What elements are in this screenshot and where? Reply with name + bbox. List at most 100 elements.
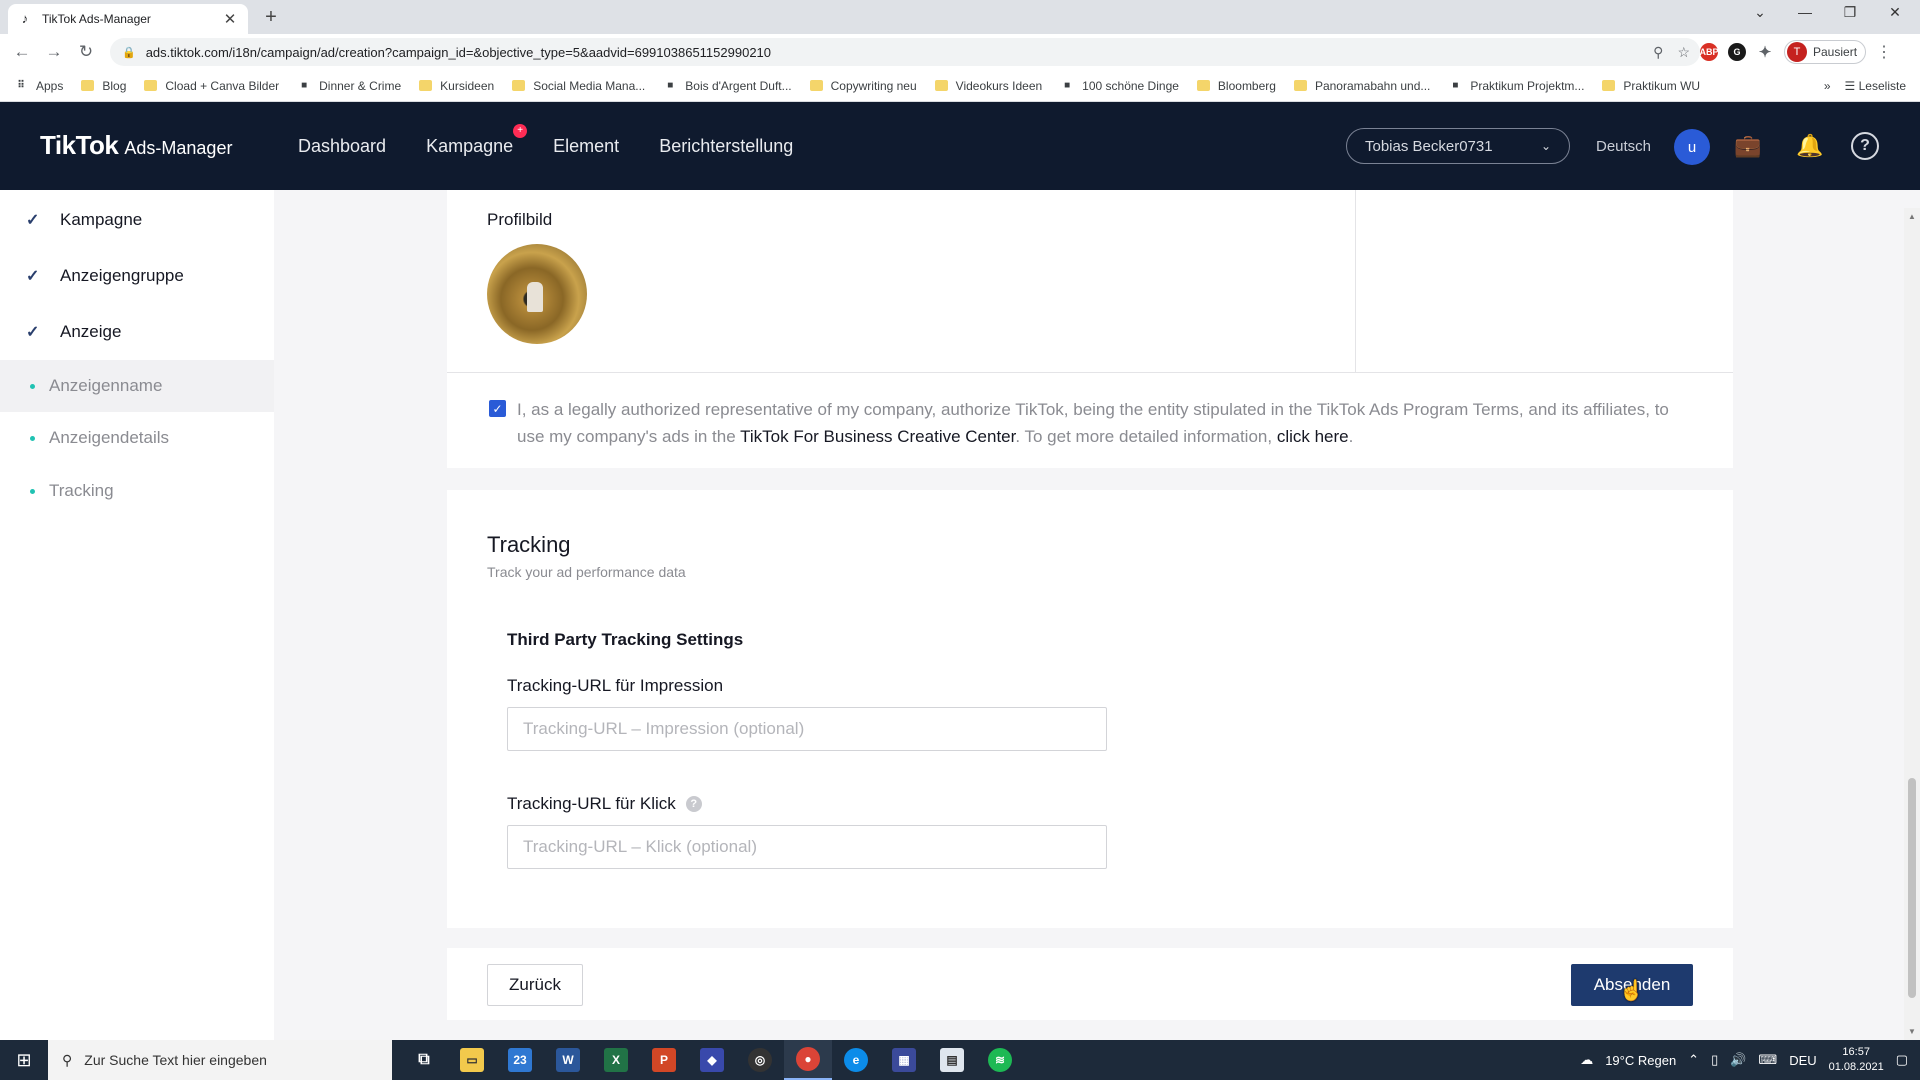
site-icon: ■	[301, 80, 308, 91]
substep-label: Anzeigendetails	[49, 428, 170, 447]
bookmark-item[interactable]: Copywriting neu	[809, 79, 917, 93]
weather-icon[interactable]: ☁	[1580, 1052, 1593, 1068]
restore-icon[interactable]: ❐	[1830, 4, 1870, 21]
obs-icon[interactable]: ◎	[736, 1040, 784, 1080]
tab-search-icon[interactable]: ⌄	[1740, 4, 1780, 21]
windows-start-icon[interactable]: ⊞	[0, 1040, 48, 1080]
weather-text[interactable]: 19°C Regen	[1605, 1053, 1676, 1068]
step-anzeige[interactable]: ✓ Anzeige	[26, 322, 121, 342]
clock[interactable]: 16:57 01.08.2021	[1829, 1045, 1884, 1075]
account-select[interactable]: Tobias Becker0731 ⌄	[1346, 128, 1570, 164]
substep-anzeigenname[interactable]: Anzeigenname	[0, 360, 274, 412]
bookmark-label: Dinner & Crime	[319, 78, 402, 93]
briefcase-icon[interactable]: 💼	[1732, 130, 1764, 162]
bookmark-item[interactable]: Cload + Canva Bilder	[144, 79, 279, 93]
grammarly-icon[interactable]: G	[1728, 43, 1746, 61]
consent-text-part: . To get more detailed information,	[1015, 427, 1277, 446]
zoom-icon[interactable]: ⚲	[1653, 44, 1663, 61]
tiktok-ads-logo[interactable]: TikTok Ads-Manager	[40, 130, 232, 161]
forward-icon[interactable]: →	[38, 42, 70, 62]
bookmark-item[interactable]: ⠿ Apps	[14, 79, 63, 93]
app-icon[interactable]: ◆	[688, 1040, 736, 1080]
adblock-icon[interactable]: ABP	[1700, 43, 1719, 61]
chrome-icon[interactable]: ●	[784, 1040, 832, 1080]
page-scrollbar[interactable]: ▲ ▼	[1904, 208, 1920, 1040]
click-here-link[interactable]: click here	[1277, 427, 1349, 446]
extensions-puzzle-icon[interactable]: ✦	[1756, 43, 1774, 61]
help-tooltip-icon[interactable]: ?	[685, 796, 702, 812]
step-anzeigengruppe[interactable]: ✓ Anzeigengruppe	[26, 266, 184, 286]
bell-icon[interactable]: 🔔	[1794, 130, 1826, 162]
tray-expand-icon[interactable]: ⌃	[1688, 1052, 1699, 1068]
network-icon[interactable]: ▯	[1711, 1052, 1718, 1068]
impression-url-label: Tracking-URL für Impression	[507, 676, 723, 696]
nav-dashboard[interactable]: Dashboard	[298, 136, 386, 157]
nav-kampagne[interactable]: Kampagne +	[426, 123, 528, 157]
minimize-icon[interactable]: —	[1785, 4, 1825, 20]
bookmark-item[interactable]: Bloomberg	[1196, 79, 1276, 93]
new-tab-icon[interactable]: +	[260, 6, 282, 29]
nav-berichterstellung[interactable]: Berichterstellung	[659, 136, 793, 157]
bookmark-star-icon[interactable]: ☆	[1677, 44, 1690, 61]
click-url-input[interactable]	[507, 825, 1107, 869]
scrollbar-thumb[interactable]	[1908, 778, 1916, 998]
impression-url-input[interactable]	[507, 707, 1107, 751]
bookmark-item[interactable]: Kursideen	[419, 79, 494, 93]
profile-button[interactable]: T Pausiert	[1784, 40, 1867, 64]
click-url-label-text: Tracking-URL für Klick	[507, 794, 676, 813]
step-kampagne[interactable]: ✓ Kampagne	[26, 210, 142, 230]
bookmark-item[interactable]: ■ Praktikum Projektm...	[1448, 79, 1584, 93]
close-window-icon[interactable]: ✕	[1875, 4, 1915, 21]
browser-menu-icon[interactable]: ⋮	[1876, 42, 1892, 62]
bookmark-item[interactable]: Social Media Mana...	[512, 79, 645, 93]
substep-label: Tracking	[49, 481, 114, 500]
taskbar-search-placeholder: Zur Suche Text hier eingeben	[84, 1052, 267, 1068]
creative-center-link[interactable]: TikTok For Business Creative Center	[740, 427, 1015, 446]
identity-card: Profilbild ✓ I, as a legally authorized …	[447, 190, 1733, 468]
consent-checkbox[interactable]: ✓	[489, 400, 506, 417]
close-tab-icon[interactable]: ✕	[222, 10, 238, 28]
scroll-down-icon[interactable]: ▼	[1904, 1027, 1920, 1036]
language-switch[interactable]: Deutsch	[1596, 138, 1651, 155]
address-bar[interactable]: 🔒 ads.tiktok.com/i18n/campaign/ad/creati…	[110, 38, 1700, 66]
step-label: Anzeigengruppe	[60, 266, 184, 285]
help-icon[interactable]: ?	[1851, 132, 1879, 160]
keyboard-icon[interactable]: ⌨	[1758, 1052, 1777, 1068]
more-bookmarks-icon[interactable]: »	[1824, 79, 1831, 93]
powerpoint-icon[interactable]: P	[640, 1040, 688, 1080]
taskbar-search[interactable]: ⚲ Zur Suche Text hier eingeben	[48, 1040, 392, 1080]
account-name: Tobias Becker0731	[1365, 137, 1493, 155]
word-icon[interactable]: W	[544, 1040, 592, 1080]
substep-tracking[interactable]: Tracking	[0, 465, 274, 517]
edge-icon[interactable]: e	[832, 1040, 880, 1080]
bookmark-item[interactable]: Blog	[81, 79, 126, 93]
volume-icon[interactable]: 🔊	[1730, 1052, 1746, 1068]
input-language[interactable]: DEU	[1789, 1053, 1816, 1068]
back-button[interactable]: Zurück	[487, 964, 583, 1006]
bookmark-item[interactable]: ■ 100 schöne Dinge	[1060, 79, 1179, 93]
bookmark-item[interactable]: ■ Bois d'Argent Duft...	[663, 79, 791, 93]
app-icon[interactable]: ▦	[880, 1040, 928, 1080]
nav-element[interactable]: Element	[553, 136, 619, 157]
app-icon[interactable]: ▤	[928, 1040, 976, 1080]
back-icon[interactable]: ←	[6, 42, 38, 62]
step-label: Kampagne	[60, 210, 143, 229]
bookmark-item[interactable]: ■ Dinner & Crime	[297, 79, 401, 93]
task-view-icon[interactable]: ⧉	[400, 1040, 448, 1080]
reload-icon[interactable]: ↻	[70, 42, 102, 62]
bookmark-item[interactable]: Videokurs Ideen	[934, 79, 1042, 93]
mail-icon[interactable]: 23	[496, 1040, 544, 1080]
user-avatar[interactable]: u	[1674, 129, 1710, 165]
bullet-icon	[30, 383, 35, 389]
browser-tab[interactable]: ♪ TikTok Ads-Manager ✕	[8, 4, 248, 34]
excel-icon[interactable]: X	[592, 1040, 640, 1080]
scroll-up-icon[interactable]: ▲	[1904, 212, 1920, 221]
notifications-icon[interactable]: ▢	[1896, 1052, 1908, 1068]
system-tray: ☁ 19°C Regen ⌃ ▯ 🔊 ⌨ DEU 16:57 01.08.202…	[1580, 1040, 1920, 1080]
reading-list[interactable]: ☰ Leseliste	[1845, 79, 1906, 93]
bookmark-item[interactable]: Panoramabahn und...	[1293, 79, 1430, 93]
spotify-icon[interactable]: ≋	[976, 1040, 1024, 1080]
substep-anzeigendetails[interactable]: Anzeigendetails	[0, 412, 274, 464]
bookmark-item[interactable]: Praktikum WU	[1602, 79, 1700, 93]
file-explorer-icon[interactable]: ▭	[448, 1040, 496, 1080]
